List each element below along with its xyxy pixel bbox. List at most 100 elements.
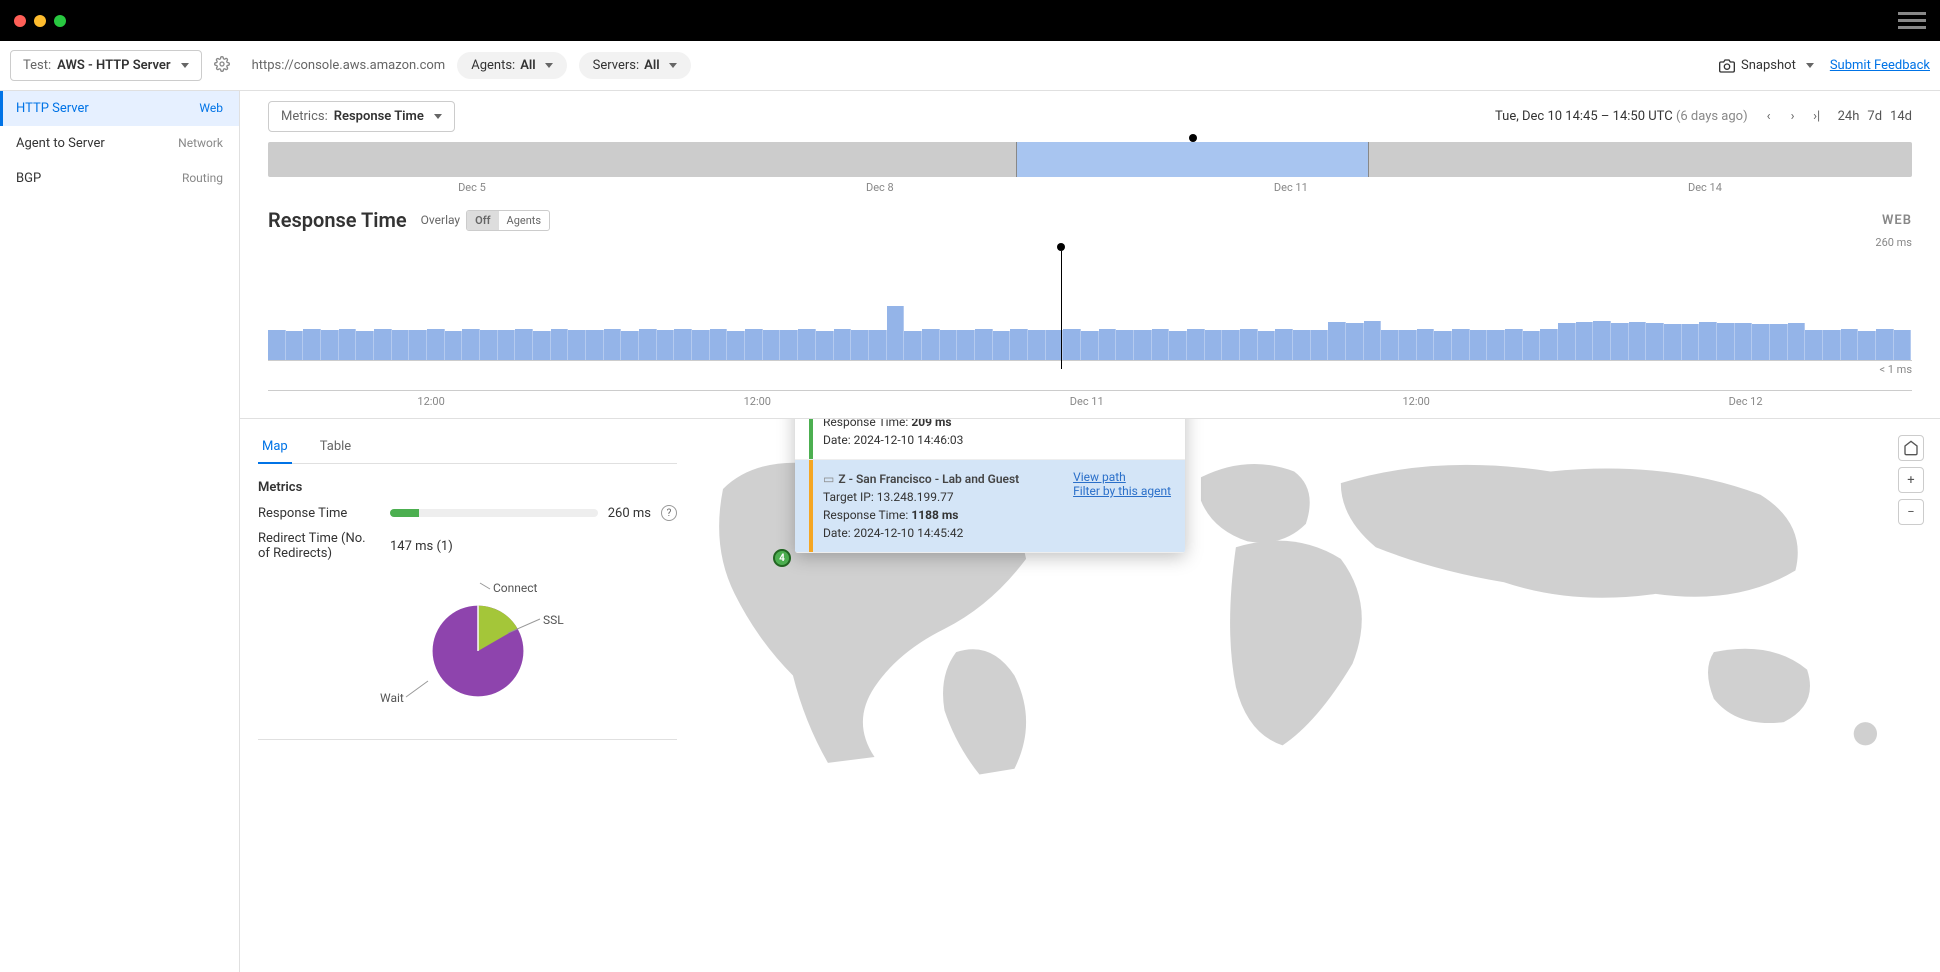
range-7d-button[interactable]: 7d — [1867, 109, 1882, 124]
chart-bar — [1311, 330, 1329, 360]
gear-icon[interactable] — [214, 56, 230, 76]
time-prev-button[interactable]: ‹ — [1758, 106, 1780, 128]
x-axis-labels: 12:00 12:00 Dec 11 12:00 Dec 12 — [268, 390, 1912, 408]
chart-bar — [303, 329, 321, 360]
chart-bar — [1134, 330, 1152, 360]
servers-filter[interactable]: Servers: All — [579, 52, 691, 79]
chart-bar — [321, 330, 339, 360]
range-24h-button[interactable]: 24h — [1838, 109, 1860, 124]
time-next-button[interactable]: › — [1782, 106, 1804, 128]
chart-bar — [727, 331, 745, 360]
sidebar-item-bgp[interactable]: BGP Routing — [0, 161, 239, 196]
map-zoom-in-button[interactable]: + — [1898, 467, 1924, 493]
timeline-marker[interactable] — [1189, 134, 1197, 142]
map-zoom-out-button[interactable]: − — [1898, 499, 1924, 525]
tooltip-target-ip: Target IP: 13.248.199.77 — [823, 488, 1063, 506]
metrics-prefix-label: Metrics: — [281, 109, 328, 124]
chart-bar — [1452, 329, 1470, 360]
minimize-window-button[interactable] — [34, 15, 46, 27]
chart-bar — [1010, 329, 1028, 360]
help-icon[interactable]: ? — [661, 505, 677, 521]
test-selector[interactable]: Test: AWS - HTTP Server — [10, 50, 202, 81]
close-window-button[interactable] — [14, 15, 26, 27]
tab-table[interactable]: Table — [316, 431, 355, 463]
chart-bar — [1205, 330, 1223, 360]
metric-response-time-value: 260 ms — [608, 506, 651, 521]
chart-time-marker[interactable] — [1057, 243, 1065, 369]
time-latest-button[interactable]: ›| — [1806, 106, 1828, 128]
view-path-link[interactable]: View path — [1073, 470, 1171, 484]
overlay-off-button[interactable]: Off — [467, 211, 498, 230]
chart-bar — [1187, 329, 1205, 360]
metric-redirect-value: 147 ms (1) — [390, 539, 453, 554]
status-stripe — [809, 460, 813, 552]
chart-bar — [1876, 329, 1894, 360]
snapshot-button[interactable]: Snapshot — [1719, 58, 1814, 74]
chart-bar — [1682, 324, 1700, 360]
agent-icon: ▭ — [823, 472, 834, 486]
metrics-selector[interactable]: Metrics: Response Time — [268, 101, 455, 132]
chart-bar — [940, 330, 958, 360]
test-name: AWS - HTTP Server — [57, 58, 170, 73]
chart-bar — [834, 329, 852, 360]
timeline-dates: Dec 5 Dec 8 Dec 11 Dec 14 — [268, 181, 1912, 194]
chart-bar — [268, 330, 286, 360]
chart-bar — [1152, 329, 1170, 360]
world-map[interactable]: 4 ▭Meraki San Francisco SFO12 OriginalTa… — [695, 419, 1940, 780]
sidebar-item-agent-to-server[interactable]: Agent to Server Network — [0, 126, 239, 161]
chevron-down-icon — [669, 63, 677, 68]
chart-bar — [780, 330, 798, 360]
chart-bar — [1752, 324, 1770, 360]
servers-filter-label: Servers: — [593, 58, 640, 73]
chart-bar — [1523, 331, 1541, 360]
chart-bar — [1894, 330, 1912, 360]
overlay-agents-button[interactable]: Agents — [499, 211, 550, 230]
map-agent-marker[interactable]: 4 — [773, 549, 791, 567]
window-titlebar — [0, 0, 1940, 41]
chevron-down-icon — [181, 63, 189, 68]
filter-by-agent-link[interactable]: Filter by this agent — [1073, 484, 1171, 498]
chart-bar — [957, 330, 975, 360]
chart-bar — [339, 329, 357, 360]
chart-bar — [586, 330, 604, 360]
chart-bar — [1558, 323, 1576, 360]
sidebar-item-label: Agent to Server — [16, 136, 105, 151]
agent-tooltip: ▭Meraki San Francisco SFO12 OriginalTarg… — [795, 419, 1185, 553]
chart-bar — [1364, 321, 1382, 360]
tooltip-row[interactable]: ▭Meraki San Francisco SFO12Target IP: 76… — [795, 419, 1185, 460]
chart-bar — [1823, 330, 1841, 360]
timeline-selection[interactable] — [1016, 142, 1369, 177]
chart-bar — [533, 331, 551, 360]
chart-bar — [1240, 329, 1258, 360]
sidebar-item-http-server[interactable]: HTTP Server Web — [0, 91, 239, 126]
range-14d-button[interactable]: 14d — [1890, 109, 1912, 124]
tooltip-agent-name: Z - San Francisco - Lab and Guest — [838, 472, 1019, 486]
overview-timeline[interactable]: Dec 5 Dec 8 Dec 11 Dec 14 — [268, 142, 1912, 194]
tooltip-row[interactable]: ▭ Z - San Francisco - Lab and Guest Target… — [795, 460, 1185, 553]
chart-bar — [409, 330, 427, 360]
map-home-button[interactable] — [1898, 435, 1924, 461]
menu-icon[interactable] — [1898, 12, 1926, 29]
chart-bar — [674, 329, 692, 360]
chart-bar — [869, 330, 887, 360]
tab-map[interactable]: Map — [258, 431, 292, 464]
sidebar: HTTP Server Web Agent to Server Network … — [0, 91, 240, 972]
response-time-chart[interactable] — [268, 251, 1912, 361]
sidebar-item-label: BGP — [16, 171, 41, 186]
chart-bar — [604, 329, 622, 360]
agents-filter[interactable]: Agents: All — [457, 52, 566, 79]
chevron-down-icon — [1806, 63, 1814, 68]
chart-bar — [1399, 330, 1417, 360]
chart-bar — [1081, 331, 1099, 360]
submit-feedback-link[interactable]: Submit Feedback — [1830, 58, 1930, 73]
chart-bar — [392, 330, 410, 360]
main-content: Metrics: Response Time Tue, Dec 10 14:45… — [240, 91, 1940, 972]
chart-bar — [515, 329, 533, 360]
chart-bar — [1434, 331, 1452, 360]
chart-bar — [1735, 323, 1753, 360]
maximize-window-button[interactable] — [54, 15, 66, 27]
chart-bar — [445, 331, 463, 360]
sidebar-item-tag: Routing — [182, 171, 223, 186]
chart-bar — [1841, 329, 1859, 360]
view-tabs: Map Table — [258, 431, 677, 464]
